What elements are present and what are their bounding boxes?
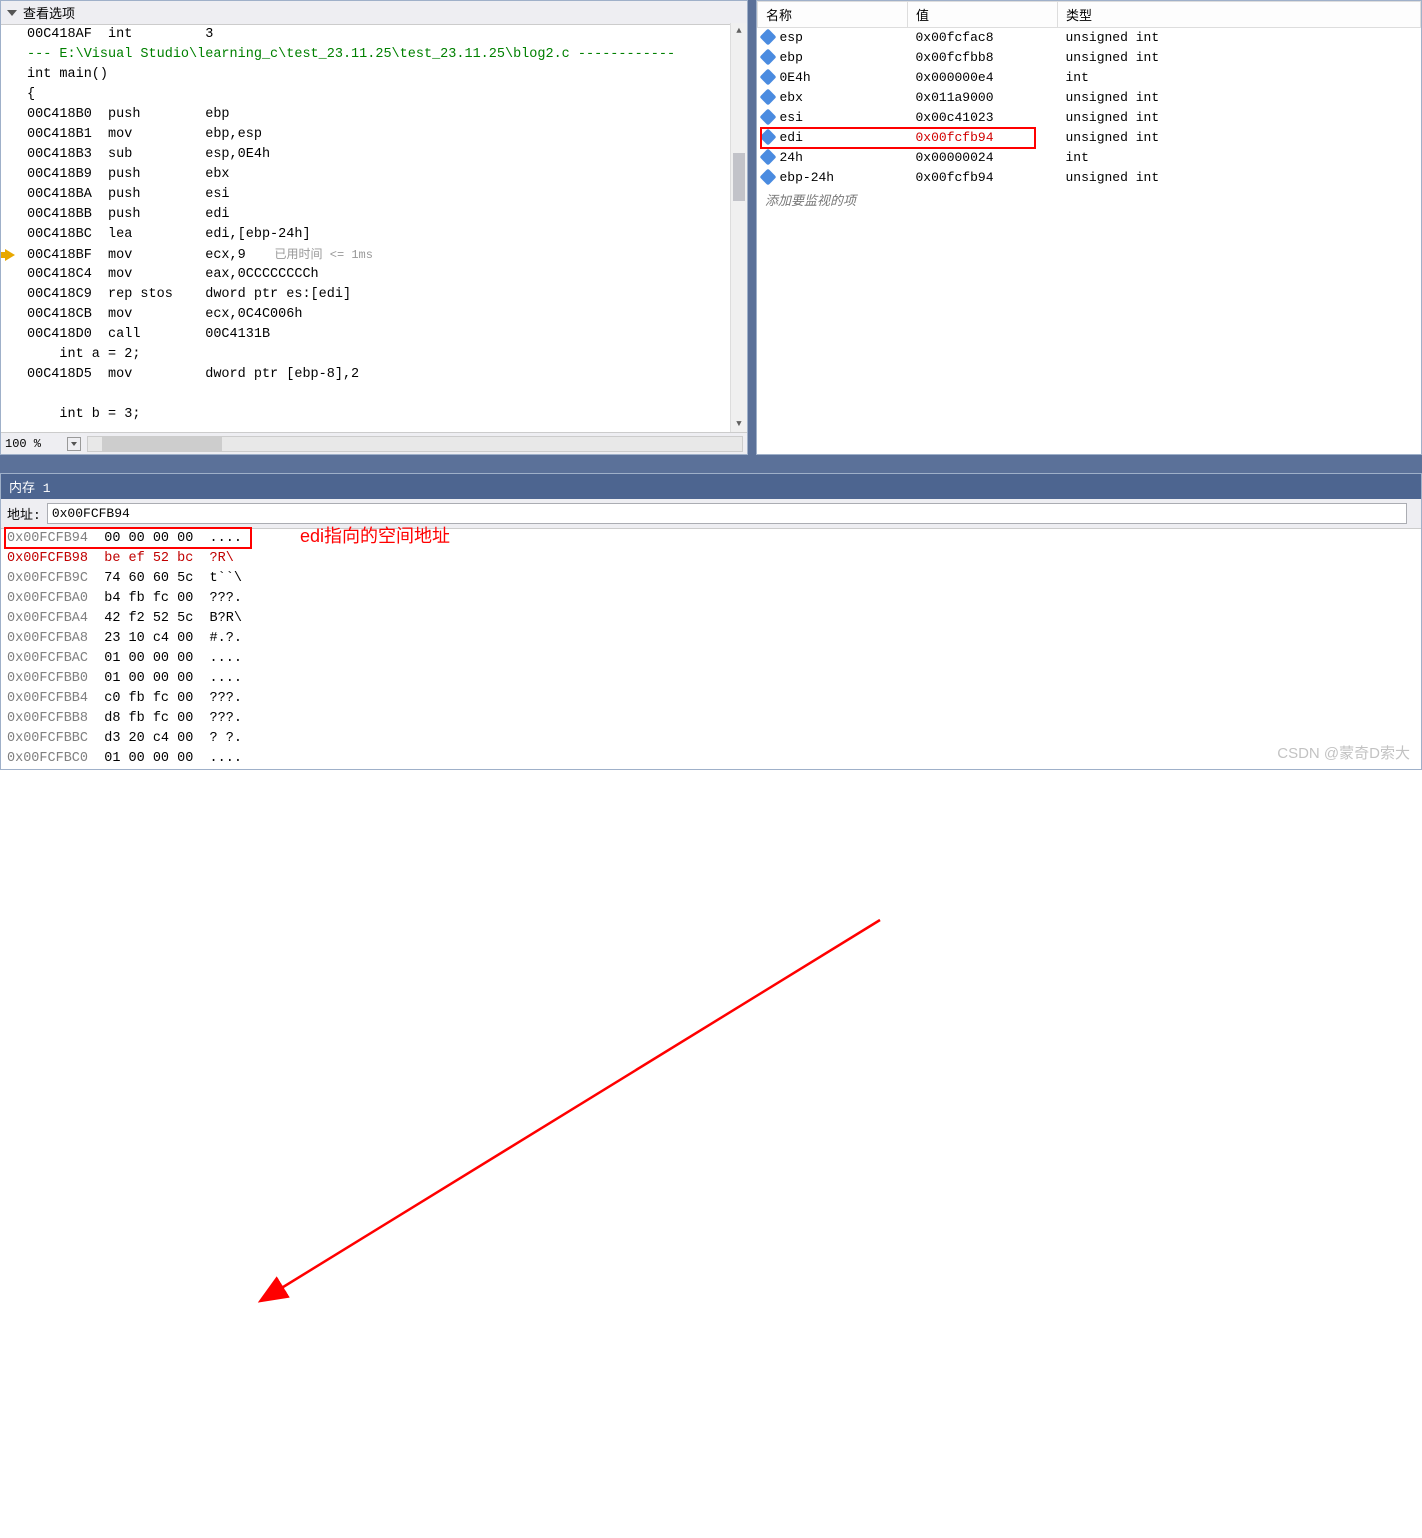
disasm-line[interactable]: int main()	[27, 65, 747, 85]
hscroll-thumb[interactable]	[102, 437, 222, 451]
disasm-line[interactable]: 00C418BC lea edi,[ebp-24h]	[27, 225, 747, 245]
add-watch-item[interactable]: 添加要监视的项	[757, 188, 1421, 211]
scroll-thumb[interactable]	[733, 153, 745, 201]
disasm-line[interactable]: 00C418B1 mov ebp,esp	[27, 125, 747, 145]
scroll-up-icon[interactable]: ▲	[731, 23, 747, 39]
vertical-scrollbar[interactable]: ▲ ▼	[730, 23, 747, 432]
view-options-header[interactable]: 查看选项	[1, 1, 747, 25]
col-value[interactable]: 值	[908, 2, 1058, 28]
disasm-line[interactable]: int b = 3;	[27, 405, 747, 425]
watermark: CSDN @蒙奇D索大	[1277, 742, 1410, 763]
watch-pane: 名称 值 类型 esp0x00fcfac8unsigned intebp0x00…	[756, 0, 1422, 455]
memory-address-bar: 地址:	[1, 499, 1421, 529]
disasm-line[interactable]: 00C418B9 push ebx	[27, 165, 747, 185]
disasm-line[interactable]: 00C418AF int 3	[27, 25, 747, 45]
memory-row[interactable]: 0x00FCFBB4 c0 fb fc 00 ???.	[7, 689, 1421, 709]
horizontal-separator[interactable]	[0, 455, 1422, 473]
memory-row[interactable]: 0x00FCFBB0 01 00 00 00 ....	[7, 669, 1421, 689]
field-icon	[759, 48, 776, 65]
watch-row[interactable]: esp0x00fcfac8unsigned int	[758, 28, 1421, 48]
disasm-line[interactable]: 00C418BA push esi	[27, 185, 747, 205]
disasm-line[interactable]: 00C418CB mov ecx,0C4C006h	[27, 305, 747, 325]
memory-pane: 内存 1 地址: 0x00FCFB94 00 00 00 00 ....0x00…	[0, 473, 1422, 770]
field-icon	[759, 29, 776, 46]
disasm-line[interactable]: int a = 2;	[27, 345, 747, 365]
memory-row[interactable]: 0x00FCFBBC d3 20 c4 00 ? ?.	[7, 729, 1421, 749]
address-label: 地址:	[7, 504, 41, 523]
memory-row[interactable]: 0x00FCFBA8 23 10 c4 00 #.?.	[7, 629, 1421, 649]
disasm-line[interactable]: 00C418BB push edi	[27, 205, 747, 225]
field-icon	[759, 128, 776, 145]
watch-row[interactable]: ebp-24h0x00fcfb94unsigned int	[758, 168, 1421, 188]
view-options-label: 查看选项	[23, 3, 75, 22]
disassembly-body[interactable]: 00C418AF int 3--- E:\Visual Studio\learn…	[1, 25, 747, 432]
disasm-line[interactable]: 00C418C9 rep stos dword ptr es:[edi]	[27, 285, 747, 305]
memory-row[interactable]: 0x00FCFB98 be ef 52 bc ?R\	[7, 549, 1421, 569]
chevron-down-icon	[7, 10, 17, 16]
watch-row[interactable]: esi0x00c41023unsigned int	[758, 108, 1421, 128]
zoom-level: 100 %	[5, 437, 65, 451]
disasm-line[interactable]	[27, 385, 747, 405]
disasm-line[interactable]: --- E:\Visual Studio\learning_c\test_23.…	[27, 45, 747, 65]
watch-row[interactable]: ebp0x00fcfbb8unsigned int	[758, 48, 1421, 68]
disasm-footer: 100 %	[1, 432, 747, 454]
memory-row[interactable]: 0x00FCFBB8 d8 fb fc 00 ???.	[7, 709, 1421, 729]
col-name[interactable]: 名称	[758, 2, 908, 28]
watch-table: 名称 值 类型 esp0x00fcfac8unsigned intebp0x00…	[757, 1, 1421, 188]
memory-row[interactable]: 0x00FCFB9C 74 60 60 5c t``\	[7, 569, 1421, 589]
memory-row[interactable]: 0x00FCFB94 00 00 00 00 ....	[7, 529, 1421, 549]
zoom-dropdown[interactable]	[67, 437, 81, 451]
watch-row[interactable]: edi0x00fcfb94unsigned int	[758, 128, 1421, 148]
memory-row[interactable]: 0x00FCFBAC 01 00 00 00 ....	[7, 649, 1421, 669]
watch-row[interactable]: 0E4h0x000000e4int	[758, 68, 1421, 88]
col-type[interactable]: 类型	[1058, 2, 1421, 28]
field-icon	[759, 108, 776, 125]
disasm-line[interactable]: {	[27, 85, 747, 105]
field-icon	[759, 88, 776, 105]
field-icon	[759, 168, 776, 185]
disasm-line[interactable]: 00C418C4 mov eax,0CCCCCCCCh	[27, 265, 747, 285]
watch-row[interactable]: ebx0x011a9000unsigned int	[758, 88, 1421, 108]
disasm-line[interactable]: 00C418B3 sub esp,0E4h	[27, 145, 747, 165]
disasm-line[interactable]: 00C418D0 call 00C4131B	[27, 325, 747, 345]
memory-row[interactable]: 0x00FCFBA0 b4 fb fc 00 ???.	[7, 589, 1421, 609]
annotation-arrow	[0, 770, 1422, 1538]
horizontal-scrollbar[interactable]	[87, 436, 743, 452]
disasm-line[interactable]: 00C418BF mov ecx,9 已用时间 <= 1ms	[27, 245, 747, 265]
current-line-arrow-icon	[5, 249, 15, 261]
scroll-down-icon[interactable]: ▼	[731, 416, 747, 432]
disassembly-pane: 查看选项 00C418AF int 3--- E:\Visual Studio\…	[0, 0, 748, 455]
disasm-line[interactable]: 00C418B0 push ebp	[27, 105, 747, 125]
annotation-label: edi指向的空间地址	[300, 522, 450, 548]
memory-address-input[interactable]	[47, 503, 1407, 524]
memory-row[interactable]: 0x00FCFBA4 42 f2 52 5c B?R\	[7, 609, 1421, 629]
field-icon	[759, 68, 776, 85]
watch-row[interactable]: 24h0x00000024int	[758, 148, 1421, 168]
memory-body[interactable]: 0x00FCFB94 00 00 00 00 ....0x00FCFB98 be…	[1, 529, 1421, 769]
pane-separator[interactable]	[748, 0, 756, 455]
field-icon	[759, 148, 776, 165]
disasm-line[interactable]: 00C418D5 mov dword ptr [ebp-8],2	[27, 365, 747, 385]
memory-row[interactable]: 0x00FCFBC0 01 00 00 00 ....	[7, 749, 1421, 769]
memory-title: 内存 1	[1, 474, 1421, 499]
